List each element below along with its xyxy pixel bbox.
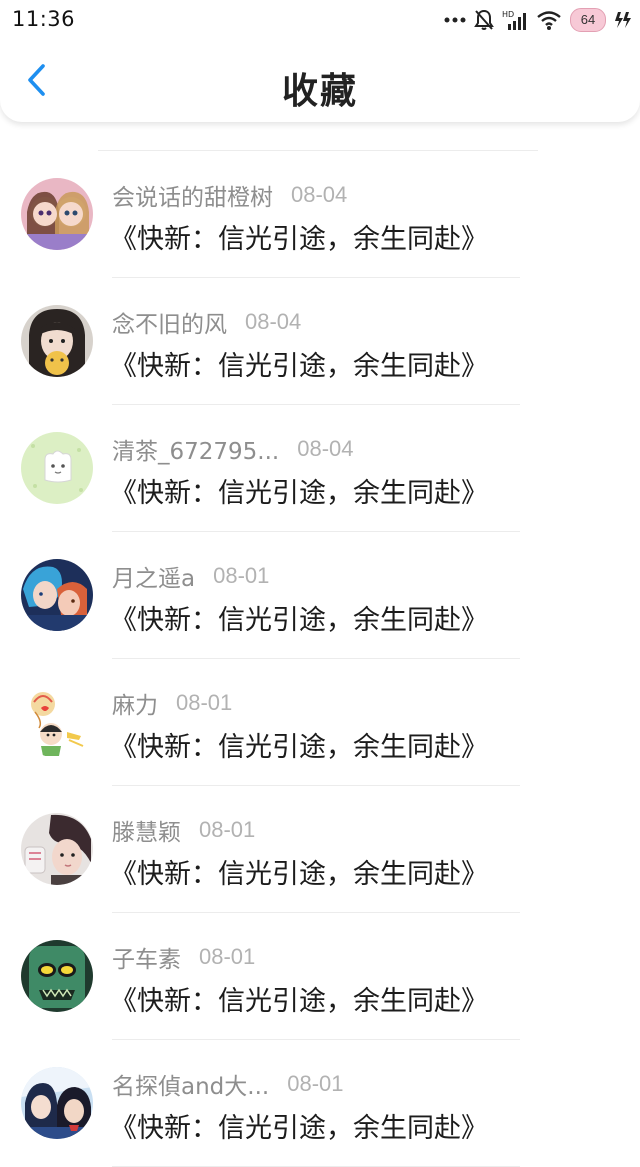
page-title: 收藏 — [281, 71, 358, 112]
date: 08-01 — [176, 690, 233, 715]
item-meta: 念不旧的风 08-04 — [112, 306, 301, 338]
avatar[interactable] — [21, 686, 93, 758]
username[interactable]: 会说话的甜橙树 — [112, 178, 273, 212]
date: 08-04 — [297, 436, 354, 461]
list-item[interactable]: 名探偵and大... 08-01 《快新：信光引途，余生同赴》 — [0, 1040, 640, 1167]
list-item[interactable]: 子车素 08-01 《快新：信光引途，余生同赴》 — [0, 913, 640, 1040]
date: 08-01 — [199, 817, 256, 842]
status-bar: 11:36 HD 64 — [0, 0, 640, 40]
book-title[interactable]: 《快新：信光引途，余生同赴》 — [110, 852, 488, 891]
date: 08-01 — [199, 944, 256, 969]
book-title[interactable]: 《快新：信光引途，余生同赴》 — [110, 725, 488, 764]
list-item[interactable]: 会说话的甜橙树 08-04 《快新：信光引途，余生同赴》 — [0, 151, 640, 278]
item-meta: 清茶_672795... 08-04 — [112, 433, 354, 465]
list-item[interactable]: 麻力 08-01 《快新：信光引途，余生同赴》 — [0, 659, 640, 786]
book-title[interactable]: 《快新：信光引途，余生同赴》 — [110, 344, 488, 383]
list-item[interactable]: 念不旧的风 08-04 《快新：信光引途，余生同赴》 — [0, 278, 640, 405]
avatar[interactable] — [21, 305, 93, 377]
book-title[interactable]: 《快新：信光引途，余生同赴》 — [110, 471, 488, 510]
status-icons: HD 64 — [444, 6, 632, 34]
list-item[interactable]: 清茶_672795... 08-04 《快新：信光引途，余生同赴》 — [0, 405, 640, 532]
avatar[interactable] — [21, 178, 93, 250]
signal-bars-icon: HD — [502, 9, 528, 31]
avatar[interactable] — [21, 940, 93, 1012]
username[interactable]: 清茶_672795... — [112, 432, 279, 466]
svg-text:HD: HD — [502, 10, 514, 19]
avatar[interactable] — [21, 559, 93, 631]
top-bar: 收藏 — [0, 40, 640, 122]
date: 08-04 — [245, 309, 302, 334]
date: 08-04 — [291, 182, 348, 207]
username[interactable]: 月之遥a — [112, 559, 195, 593]
book-title[interactable]: 《快新：信光引途，余生同赴》 — [110, 217, 488, 256]
date: 08-01 — [213, 563, 270, 588]
book-title[interactable]: 《快新：信光引途，余生同赴》 — [110, 598, 488, 637]
item-meta: 月之遥a 08-01 — [112, 560, 269, 592]
book-title[interactable]: 《快新：信光引途，余生同赴》 — [110, 1106, 488, 1145]
avatar[interactable] — [21, 432, 93, 504]
item-meta: 会说话的甜橙树 08-04 — [112, 179, 347, 211]
username[interactable]: 名探偵and大... — [112, 1067, 269, 1101]
date: 08-01 — [287, 1071, 344, 1096]
username[interactable]: 麻力 — [112, 686, 158, 720]
more-dots-icon — [444, 16, 466, 24]
list-item[interactable]: 滕慧颖 08-01 《快新：信光引途，余生同赴》 — [0, 786, 640, 913]
avatar[interactable] — [21, 1067, 93, 1139]
status-time: 11:36 — [12, 7, 76, 31]
username[interactable]: 子车素 — [112, 940, 181, 974]
item-meta: 子车素 08-01 — [112, 941, 255, 973]
item-meta: 麻力 08-01 — [112, 687, 232, 719]
username[interactable]: 滕慧颖 — [112, 813, 181, 847]
battery-indicator: 64 — [570, 8, 606, 32]
charging-bolt-icon — [614, 10, 632, 30]
item-meta: 名探偵and大... 08-01 — [112, 1068, 344, 1100]
book-title[interactable]: 《快新：信光引途，余生同赴》 — [110, 979, 488, 1018]
list-item[interactable]: 月之遥a 08-01 《快新：信光引途，余生同赴》 — [0, 532, 640, 659]
favorites-list: 会说话的甜橙树 08-04 《快新：信光引途，余生同赴》 念不旧的风 08-04… — [0, 24, 640, 1167]
bell-off-icon — [474, 9, 494, 31]
item-meta: 滕慧颖 08-01 — [112, 814, 255, 846]
avatar[interactable] — [21, 813, 93, 885]
username[interactable]: 念不旧的风 — [112, 305, 227, 339]
wifi-icon — [536, 9, 562, 31]
